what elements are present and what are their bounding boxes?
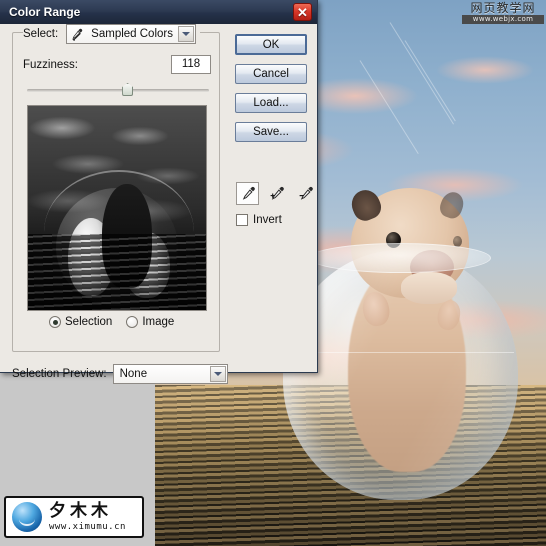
dialog-body: Select: Sampled Colors (0, 24, 317, 373)
watermark-top-cn: 网页教学网 (462, 2, 544, 15)
color-range-fieldset: Select: Sampled Colors (12, 32, 220, 352)
watermark-top-url: www.webjx.com (462, 15, 544, 24)
chevron-down-icon[interactable] (210, 366, 226, 382)
dialog-title: Color Range (9, 5, 80, 19)
radio-selection[interactable]: Selection (49, 316, 112, 328)
select-label: Select: (23, 28, 58, 40)
site-watermark-logo: 夕木木 www.ximumu.cn (4, 496, 144, 538)
eyedropper-plus-icon (269, 186, 285, 202)
preview-mode-radio-group: Selection Image (49, 316, 194, 328)
eyedropper-glyph (70, 28, 83, 41)
radio-selection-label: Selection (65, 316, 112, 328)
radio-image[interactable]: Image (126, 316, 174, 328)
fuzziness-label: Fuzziness: (23, 59, 78, 71)
watermark-logo-url: www.ximumu.cn (49, 523, 126, 532)
fuzziness-slider-handle[interactable] (122, 83, 133, 96)
invert-label: Invert (253, 214, 282, 226)
radio-image-dot (126, 316, 138, 328)
ok-button[interactable]: OK (235, 34, 307, 55)
fishbowl-highlight-line (288, 352, 514, 353)
load-button[interactable]: Load... (235, 93, 307, 113)
invert-checkbox[interactable]: Invert (236, 214, 282, 226)
dialog-titlebar[interactable]: Color Range ✕ (0, 0, 317, 24)
fuzziness-slider[interactable] (27, 83, 209, 97)
watermark-logo-text: 夕木木 www.ximumu.cn (49, 503, 126, 532)
eyedropper-tool[interactable] (236, 182, 259, 205)
fishbowl-rim (309, 243, 491, 273)
fuzziness-slider-track (27, 89, 209, 92)
selection-preview-row: Selection Preview: None (12, 364, 228, 384)
invert-checkbox-box (236, 214, 248, 226)
eyedropper-add-tool[interactable] (265, 182, 288, 205)
mask-preview-thumbnail[interactable] (27, 105, 207, 311)
mask-preview-sea (28, 234, 206, 311)
eyedropper-subtract-tool[interactable] (294, 182, 317, 205)
select-colors-dropdown[interactable]: Sampled Colors (66, 24, 196, 44)
radio-selection-dot (49, 316, 61, 328)
eyedropper-icon (240, 186, 256, 202)
eyedropper-minus-icon (298, 186, 314, 202)
radio-image-label: Image (142, 316, 174, 328)
selection-preview-value: None (114, 368, 170, 380)
screen: 网页教学网 www.webjx.com 夕木木 www.ximumu.cn Co… (0, 0, 546, 546)
site-watermark-top: 网页教学网 www.webjx.com (462, 2, 544, 24)
dialog-button-column: OK Cancel Load... Save... (235, 34, 307, 151)
cancel-button[interactable]: Cancel (235, 64, 307, 84)
eyedropper-icon (67, 28, 85, 41)
selection-preview-dropdown[interactable]: None (113, 364, 228, 384)
eyedropper-toolgroup (236, 182, 317, 205)
fuzziness-row: Fuzziness: 118 (23, 55, 211, 74)
chevron-down-icon[interactable] (178, 26, 194, 42)
selection-preview-label: Selection Preview: (12, 368, 107, 380)
color-range-dialog: Color Range ✕ Select: (0, 0, 318, 373)
close-glyph: ✕ (297, 6, 308, 19)
save-button[interactable]: Save... (235, 122, 307, 142)
select-row: Select: Sampled Colors (23, 24, 200, 44)
close-icon[interactable]: ✕ (293, 3, 312, 21)
globe-orb-icon (12, 502, 42, 532)
watermark-logo-cn: 夕木木 (49, 503, 126, 520)
fuzziness-input[interactable]: 118 (171, 55, 211, 74)
